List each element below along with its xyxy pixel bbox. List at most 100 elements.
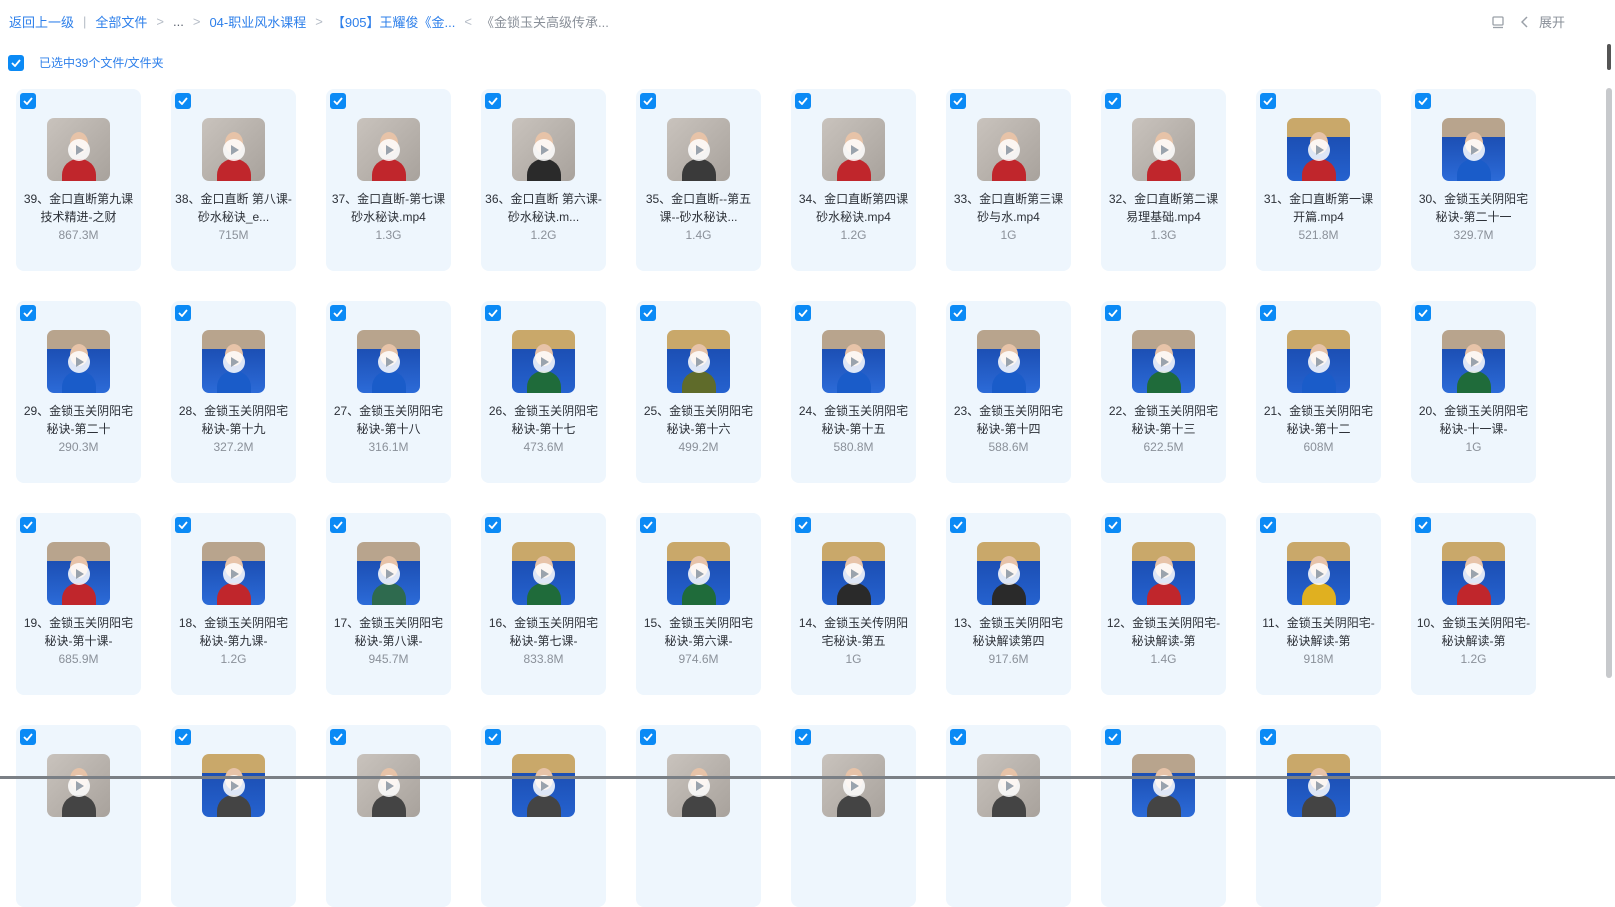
file-card[interactable]: 29、金锁玉关阴阳宅秘诀-第二十 290.3M <box>16 301 141 483</box>
file-checkbox[interactable] <box>795 305 811 321</box>
file-name[interactable]: 34、金口直断第四课砂水秘诀.mp4 <box>795 190 912 226</box>
file-name[interactable] <box>485 826 602 862</box>
video-thumbnail[interactable] <box>357 330 420 393</box>
file-checkbox[interactable] <box>950 305 966 321</box>
file-card[interactable]: 30、金锁玉关阴阳宅秘诀-第二十一 329.7M <box>1411 89 1536 271</box>
file-card[interactable]: 17、金锁玉关阴阳宅秘诀-第八课- 945.7M <box>326 513 451 695</box>
video-thumbnail[interactable] <box>1287 542 1350 605</box>
file-name[interactable]: 36、金口直断 第六课-砂水秘诀.m... <box>485 190 602 226</box>
file-checkbox[interactable] <box>950 729 966 745</box>
file-card[interactable]: 26、金锁玉关阴阳宅秘诀-第十七 473.6M <box>481 301 606 483</box>
file-card[interactable] <box>946 725 1071 907</box>
file-checkbox[interactable] <box>20 517 36 533</box>
file-name[interactable]: 26、金锁玉关阴阳宅秘诀-第十七 <box>485 402 602 438</box>
video-thumbnail[interactable] <box>977 542 1040 605</box>
scrollbar-thumb[interactable] <box>1606 88 1612 678</box>
video-thumbnail[interactable] <box>512 330 575 393</box>
file-card[interactable]: 15、金锁玉关阴阳宅秘诀-第六课- 974.6M <box>636 513 761 695</box>
file-name[interactable]: 24、金锁玉关阴阳宅秘诀-第十五 <box>795 402 912 438</box>
video-thumbnail[interactable] <box>822 542 885 605</box>
video-thumbnail[interactable] <box>202 542 265 605</box>
file-card[interactable]: 20、金锁玉关阴阳宅秘诀-十一课- 1G <box>1411 301 1536 483</box>
file-name[interactable]: 11、金锁玉关阴阳宅-秘诀解读-第 <box>1260 614 1377 650</box>
video-thumbnail[interactable] <box>1132 118 1195 181</box>
file-checkbox[interactable] <box>485 93 501 109</box>
file-card[interactable] <box>1256 725 1381 907</box>
file-checkbox[interactable] <box>1105 729 1121 745</box>
video-thumbnail[interactable] <box>1287 118 1350 181</box>
file-name[interactable]: 31、金口直断第一课开篇.mp4 <box>1260 190 1377 226</box>
file-checkbox[interactable] <box>1415 517 1431 533</box>
file-checkbox[interactable] <box>330 93 346 109</box>
file-checkbox[interactable] <box>1415 305 1431 321</box>
video-thumbnail[interactable] <box>1132 330 1195 393</box>
file-name[interactable]: 33、金口直断第三课砂与水.mp4 <box>950 190 1067 226</box>
file-checkbox[interactable] <box>175 305 191 321</box>
file-name[interactable] <box>1260 826 1377 862</box>
file-name[interactable] <box>330 826 447 862</box>
file-name[interactable]: 20、金锁玉关阴阳宅秘诀-十一课- <box>1415 402 1532 438</box>
file-checkbox[interactable] <box>20 305 36 321</box>
file-name[interactable]: 35、金口直断--第五课--砂水秘诀... <box>640 190 757 226</box>
file-card[interactable]: 23、金锁玉关阴阳宅秘诀-第十四 588.6M <box>946 301 1071 483</box>
file-card[interactable]: 38、金口直断 第八课-砂水秘诀_e... 715M <box>171 89 296 271</box>
breadcrumb-ellipsis[interactable]: ... <box>173 14 184 29</box>
file-checkbox[interactable] <box>20 729 36 745</box>
file-name[interactable]: 29、金锁玉关阴阳宅秘诀-第二十 <box>20 402 137 438</box>
file-card[interactable]: 13、金锁玉关阴阳宅秘诀解读第四 917.6M <box>946 513 1071 695</box>
file-card[interactable]: 14、金锁玉关传阴阳宅秘诀-第五 1G <box>791 513 916 695</box>
file-card[interactable]: 18、金锁玉关阴阳宅秘诀-第九课- 1.2G <box>171 513 296 695</box>
file-name[interactable]: 27、金锁玉关阴阳宅秘诀-第十八 <box>330 402 447 438</box>
video-thumbnail[interactable] <box>47 542 110 605</box>
video-thumbnail[interactable] <box>667 542 730 605</box>
file-card[interactable]: 34、金口直断第四课砂水秘诀.mp4 1.2G <box>791 89 916 271</box>
file-card[interactable]: 37、金口直断-第七课砂水秘诀.mp4 1.3G <box>326 89 451 271</box>
file-checkbox[interactable] <box>1105 93 1121 109</box>
file-card[interactable] <box>16 725 141 907</box>
file-card[interactable] <box>481 725 606 907</box>
file-checkbox[interactable] <box>1260 729 1276 745</box>
file-card[interactable]: 16、金锁玉关阴阳宅秘诀-第七课- 833.8M <box>481 513 606 695</box>
file-checkbox[interactable] <box>1415 93 1431 109</box>
file-checkbox[interactable] <box>485 729 501 745</box>
video-thumbnail[interactable] <box>512 754 575 817</box>
video-thumbnail[interactable] <box>977 754 1040 817</box>
video-thumbnail[interactable] <box>1442 118 1505 181</box>
file-checkbox[interactable] <box>1105 305 1121 321</box>
file-name[interactable]: 21、金锁玉关阴阳宅秘诀-第十二 <box>1260 402 1377 438</box>
file-checkbox[interactable] <box>795 517 811 533</box>
file-name[interactable]: 18、金锁玉关阴阳宅秘诀-第九课- <box>175 614 292 650</box>
file-card[interactable]: 36、金口直断 第六课-砂水秘诀.m... 1.2G <box>481 89 606 271</box>
file-checkbox[interactable] <box>640 517 656 533</box>
video-thumbnail[interactable] <box>977 118 1040 181</box>
file-card[interactable]: 10、金锁玉关阴阳宅-秘诀解读-第 1.2G <box>1411 513 1536 695</box>
video-thumbnail[interactable] <box>202 754 265 817</box>
video-thumbnail[interactable] <box>1287 330 1350 393</box>
file-name[interactable]: 17、金锁玉关阴阳宅秘诀-第八课- <box>330 614 447 650</box>
video-thumbnail[interactable] <box>1442 330 1505 393</box>
file-card[interactable]: 35、金口直断--第五课--砂水秘诀... 1.4G <box>636 89 761 271</box>
file-name[interactable]: 19、金锁玉关阴阳宅秘诀-第十课- <box>20 614 137 650</box>
file-card[interactable]: 25、金锁玉关阴阳宅秘诀-第十六 499.2M <box>636 301 761 483</box>
video-thumbnail[interactable] <box>1442 542 1505 605</box>
video-thumbnail[interactable] <box>822 330 885 393</box>
file-card[interactable] <box>171 725 296 907</box>
file-checkbox[interactable] <box>175 729 191 745</box>
file-checkbox[interactable] <box>950 517 966 533</box>
file-checkbox[interactable] <box>1260 517 1276 533</box>
file-checkbox[interactable] <box>330 729 346 745</box>
video-thumbnail[interactable] <box>1132 542 1195 605</box>
file-checkbox[interactable] <box>795 729 811 745</box>
file-card[interactable]: 39、金口直断第九课技术精进-之财 867.3M <box>16 89 141 271</box>
file-checkbox[interactable] <box>485 517 501 533</box>
file-card[interactable]: 11、金锁玉关阴阳宅-秘诀解读-第 918M <box>1256 513 1381 695</box>
file-checkbox[interactable] <box>795 93 811 109</box>
file-checkbox[interactable] <box>1260 305 1276 321</box>
file-name[interactable] <box>175 826 292 862</box>
file-name[interactable]: 15、金锁玉关阴阳宅秘诀-第六课- <box>640 614 757 650</box>
file-name[interactable]: 23、金锁玉关阴阳宅秘诀-第十四 <box>950 402 1067 438</box>
file-card[interactable]: 31、金口直断第一课开篇.mp4 521.8M <box>1256 89 1381 271</box>
file-card[interactable]: 19、金锁玉关阴阳宅秘诀-第十课- 685.9M <box>16 513 141 695</box>
file-name[interactable]: 14、金锁玉关传阴阳宅秘诀-第五 <box>795 614 912 650</box>
file-checkbox[interactable] <box>640 305 656 321</box>
